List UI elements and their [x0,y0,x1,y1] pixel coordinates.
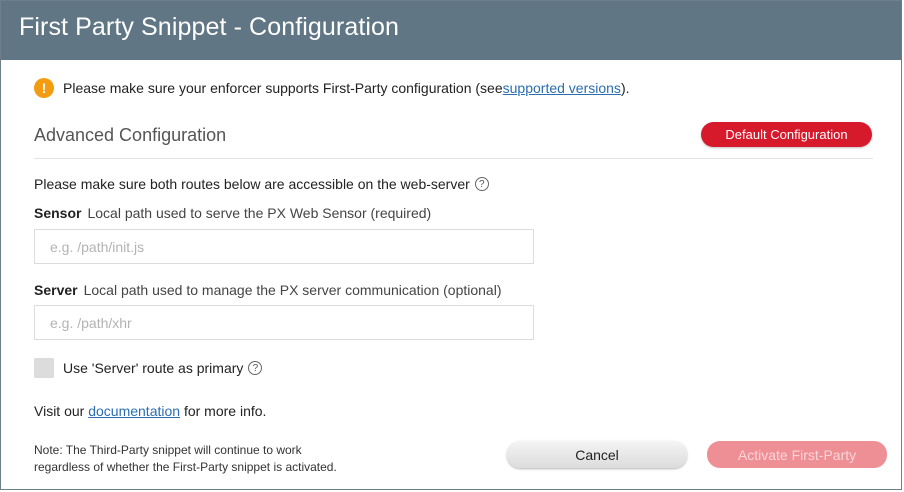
sensor-field-label: Sensor Local path used to serve the PX We… [34,205,431,221]
section-divider [34,158,873,159]
warning-text-before: Please make sure your enforcer supports … [63,80,503,96]
sensor-label: Sensor [34,205,82,221]
third-party-note: Note: The Third-Party snippet will conti… [34,442,394,476]
routes-intro: Please make sure both routes below are a… [34,176,489,192]
exclamation-icon: ! [34,78,54,98]
sensor-path-input[interactable] [34,229,534,264]
server-description: Local path used to manage the PX server … [83,282,502,298]
help-icon[interactable]: ? [474,177,489,191]
routes-intro-text: Please make sure both routes below are a… [34,176,470,192]
info-text-before: Visit our [34,403,89,419]
info-text-after: for more info. [180,403,267,419]
cancel-button[interactable]: Cancel [507,441,687,468]
help-icon[interactable]: ? [248,361,263,375]
sensor-description: Local path used to serve the PX Web Sens… [87,205,432,221]
activate-first-party-button[interactable]: Activate First-Party [707,441,887,468]
server-label: Server [34,282,78,298]
warning-text-after: ). [620,80,630,96]
note-line: regardless of whether the First-Party sn… [34,460,337,474]
server-primary-checkbox[interactable] [34,358,54,378]
dialog-title: First Party Snippet - Configuration [19,13,400,41]
server-path-input[interactable] [34,305,534,340]
default-configuration-button[interactable]: Default Configuration [701,122,872,147]
server-primary-label: Use 'Server' route as primary [63,360,244,376]
server-field-label: Server Local path used to manage the PX s… [34,282,502,298]
dialog-titlebar: First Party Snippet - Configuration [1,1,901,60]
documentation-info: Visit our documentation for more info. [34,403,266,419]
note-line: Note: The Third-Party snippet will conti… [34,443,302,457]
advanced-configuration-heading: Advanced Configuration [34,125,227,145]
primary-route-row: Use 'Server' route as primary ? [34,358,263,378]
first-party-config-dialog: First Party Snippet - Configuration ! Pl… [0,0,902,490]
documentation-link[interactable]: documentation [88,403,180,419]
supported-versions-link[interactable]: supported versions [503,80,621,96]
enforcer-warning: ! Please make sure your enforcer support… [34,77,630,99]
